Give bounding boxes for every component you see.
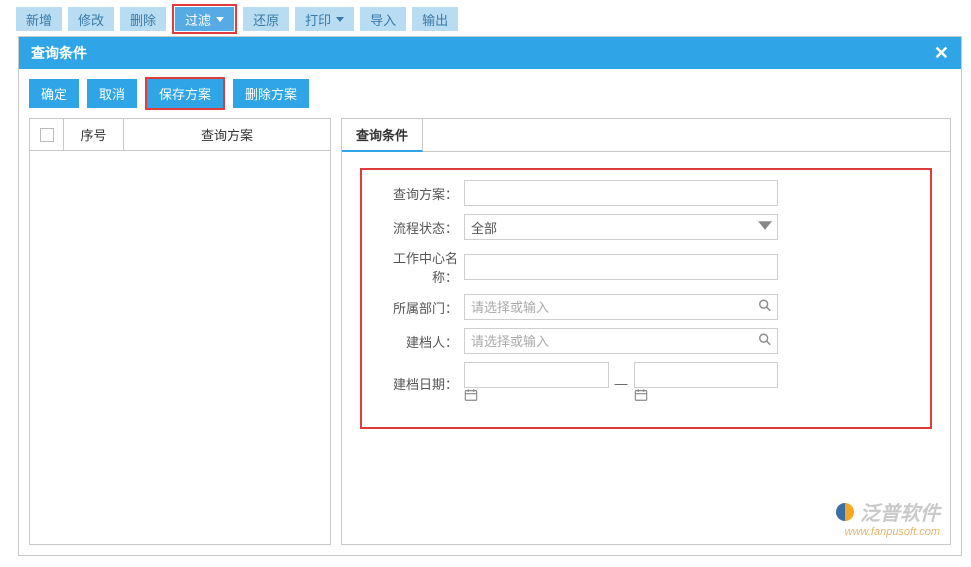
label-scheme: 查询方案： <box>374 184 464 203</box>
ok-button[interactable]: 确定 <box>29 79 79 108</box>
row-scheme: 查询方案： <box>374 180 918 206</box>
filter-highlight: 过滤 <box>172 4 237 34</box>
row-status: 流程状态： 全部 <box>374 214 918 240</box>
watermark-brand: 泛普软件 <box>860 497 940 526</box>
date-to-input[interactable] <box>634 362 779 388</box>
label-status: 流程状态： <box>374 218 464 237</box>
row-creator: 建档人： <box>374 328 918 354</box>
header-seq: 序号 <box>64 119 124 150</box>
status-value: 全部 <box>471 218 497 237</box>
calendar-icon <box>464 390 478 405</box>
label-center: 工作中心名称： <box>374 248 464 286</box>
dialog-toolbar: 确定 取消 保存方案 删除方案 <box>19 69 961 118</box>
query-dialog: 查询条件 ✕ 确定 取消 保存方案 删除方案 序号 查询方案 查询条件 <box>18 36 962 556</box>
dialog-titlebar: 查询条件 ✕ <box>19 37 961 69</box>
save-scheme-highlight: 保存方案 <box>145 77 225 110</box>
scheme-input[interactable] <box>464 180 778 206</box>
new-button[interactable]: 新增 <box>16 7 62 31</box>
row-center: 工作中心名称： <box>374 248 918 286</box>
form-highlight: 查询方案： 流程状态： 全部 <box>360 168 932 429</box>
row-date: 建档日期： — <box>374 362 918 405</box>
scheme-list-header: 序号 查询方案 <box>30 119 330 151</box>
cancel-button[interactable]: 取消 <box>87 79 137 108</box>
status-select[interactable]: 全部 <box>464 214 778 240</box>
filter-button[interactable]: 过滤 <box>175 7 234 31</box>
filter-label: 过滤 <box>185 10 211 29</box>
delete-button[interactable]: 删除 <box>120 7 166 31</box>
row-dept: 所属部门： <box>374 294 918 320</box>
select-all-checkbox[interactable] <box>40 128 54 142</box>
import-button[interactable]: 导入 <box>360 7 406 31</box>
restore-button[interactable]: 还原 <box>243 7 289 31</box>
label-dept: 所属部门： <box>374 298 464 317</box>
dialog-title-text: 查询条件 <box>31 43 87 63</box>
tab-header: 查询条件 <box>342 119 950 152</box>
dialog-body: 序号 查询方案 查询条件 查询方案： 流程状态： <box>19 118 961 555</box>
range-dash: — <box>615 376 628 391</box>
watermark-url: www.fanpusoft.com <box>836 526 940 538</box>
creator-input[interactable] <box>464 328 778 354</box>
header-scheme: 查询方案 <box>124 119 330 150</box>
header-checkbox-col <box>30 119 64 150</box>
logo-icon <box>836 503 854 521</box>
tab-conditions[interactable]: 查询条件 <box>342 119 423 152</box>
label-date: 建档日期： <box>374 374 464 393</box>
chevron-down-icon <box>336 17 344 22</box>
conditions-pane: 查询条件 查询方案： 流程状态： 全部 <box>341 118 951 545</box>
label-creator: 建档人： <box>374 332 464 351</box>
print-label: 打印 <box>305 10 331 29</box>
chevron-down-icon <box>216 17 224 22</box>
edit-button[interactable]: 修改 <box>68 7 114 31</box>
watermark: 泛普软件 www.fanpusoft.com <box>836 497 940 538</box>
date-range: — <box>464 362 778 405</box>
save-scheme-button[interactable]: 保存方案 <box>147 79 223 108</box>
delete-scheme-button[interactable]: 删除方案 <box>233 79 309 108</box>
close-icon[interactable]: ✕ <box>934 46 949 60</box>
export-button[interactable]: 输出 <box>412 7 458 31</box>
scheme-list-pane: 序号 查询方案 <box>29 118 331 545</box>
form-area: 查询方案： 流程状态： 全部 <box>342 152 950 445</box>
calendar-icon <box>634 390 648 405</box>
print-button[interactable]: 打印 <box>295 7 354 31</box>
date-from-input[interactable] <box>464 362 609 388</box>
center-input[interactable] <box>464 254 778 280</box>
dept-input[interactable] <box>464 294 778 320</box>
